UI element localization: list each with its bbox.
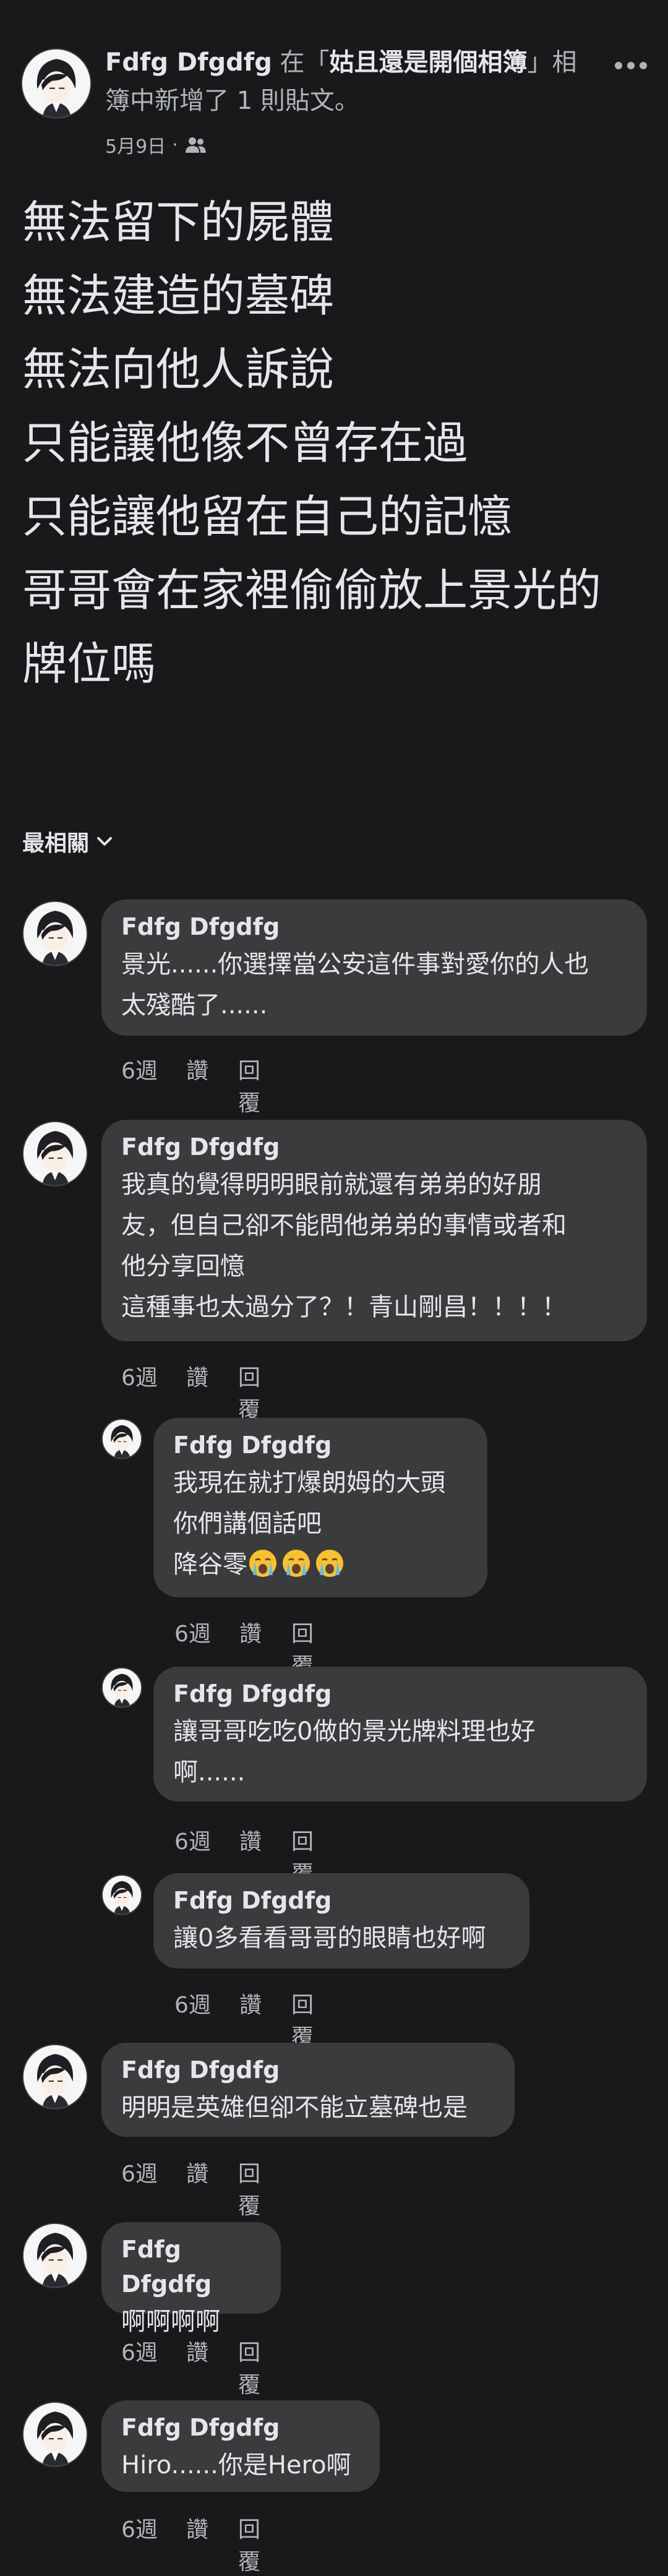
crying-face-emoji [249,1550,276,1577]
header-connector-text: 在「 [272,48,330,77]
reply-button[interactable]: 回覆 [238,1360,277,1424]
comment-text-line: 我真的覺得明明眼前就還有弟弟的好朋 [121,1170,542,1199]
post-line: 無法向他人訴說 [22,343,335,395]
avatar-image [103,1668,141,1707]
friends-icon [185,137,206,153]
avatar-image [24,2403,87,2466]
comment-bubble[interactable]: Fdfg Dfgdfg 讓哥哥吃吃0做的景光牌料理也好 啊...... [153,1667,647,1801]
reply-button[interactable]: 回覆 [291,1987,330,2051]
album-link[interactable]: 姑且還是開個相簿 [330,48,528,77]
comment-text-line: 太殘酷了...... [121,991,268,1020]
comment-bubble[interactable]: Fdfg Dfgdfg 景光......你選擇當公安這件事對愛你的人也 太殘酷了..… [101,899,647,1036]
post-meta: 5月9日 · [105,131,207,158]
commenter-avatar[interactable] [22,2223,88,2288]
like-button[interactable]: 讚 [186,2335,238,2399]
commenter-avatar[interactable] [101,1419,142,1459]
comment-actions: 6週讚回覆 [121,1360,277,1424]
comment-bubble[interactable]: Fdfg Dfgdfg 讓0多看看哥哥的眼睛也好啊 [153,1873,529,1968]
avatar-image [24,902,87,965]
avatar-image [103,1420,141,1458]
more-horizontal-icon [615,62,647,69]
comment-text-line: 讓0多看看哥哥的眼睛也好啊 [173,1924,486,1952]
comment-text-line: Hiro......你是Hero啊 [121,2451,351,2479]
post-line: 無法建造的墓碑 [22,270,335,322]
chevron-down-icon [97,837,113,846]
comment-time[interactable]: 6週 [121,2335,186,2399]
avatar-image [24,2224,87,2287]
avatar-image [24,1122,87,1185]
comment-actions: 6週讚回覆 [121,1053,277,1117]
sort-label: 最相關 [22,831,90,856]
like-button[interactable]: 讚 [239,1987,291,2051]
commenter-name[interactable]: Fdfg Dfgdfg [121,2232,261,2301]
author-name[interactable]: Fdfg Dfgdfg [105,48,272,77]
comment-sort-dropdown[interactable]: 最相關 [22,825,113,857]
commenter-name[interactable]: Fdfg Dfgdfg [121,2410,360,2445]
comment-text-line: 明明是英雄但卻不能立墓碑也是 [121,2093,468,2122]
commenter-name[interactable]: Fdfg Dfgdfg [121,909,627,944]
comment-bubble[interactable]: Fdfg Dfgdfg 我現在就打爆朗姆的大頭 你們講個話吧降谷零 [153,1418,487,1597]
commenter-avatar[interactable] [22,1121,88,1187]
commenter-avatar[interactable] [101,1874,142,1915]
avatar-image [22,49,90,118]
like-button[interactable]: 讚 [186,2512,238,2576]
comment-time[interactable]: 6週 [121,2512,186,2576]
comment-bubble[interactable]: Fdfg Dfgdfg Hiro......你是Hero啊 [101,2400,380,2492]
post-line: 牌位嗎 [22,638,156,690]
comment-text-line: 降谷零 [173,1544,468,1585]
comment-actions: 6週讚回覆 [121,2156,277,2220]
author-avatar[interactable] [21,48,92,119]
post-line: 只能讓他留在自己的記憶 [22,491,513,543]
comment-text-line: 你們講個話吧 [173,1509,322,1538]
post-line: 只能讓他像不曾存在過 [22,417,468,469]
comment-bubble[interactable]: Fdfg Dfgdfg 明明是英雄但卻不能立墓碑也是 [101,2043,515,2137]
comment-text-line: 我現在就打爆朗姆的大頭 [173,1469,445,1497]
more-options-button[interactable] [612,43,649,80]
comment-time[interactable]: 6週 [174,1987,239,2051]
comment-time[interactable]: 6週 [121,1360,186,1424]
reply-button[interactable]: 回覆 [238,2512,277,2576]
avatar-image [103,1876,141,1914]
comment-time[interactable]: 6週 [121,2156,186,2220]
comment-bubble[interactable]: Fdfg Dfgdfg 我真的覺得明明眼前就還有弟弟的好朋 友，但自己卻不能問他弟弟… [101,1120,647,1341]
comment-text-line: 友，但自己卻不能問他弟弟的事情或者和 [121,1211,567,1240]
post-header: Fdfg Dfgdfg 在「姑且還是開個相簿」相簿中新增了 1 則貼文。 5月9… [0,0,668,186]
post-date[interactable]: 5月9日 [105,131,166,158]
comment-text-line: 景光......你選擇當公安這件事對愛你的人也 [121,950,589,979]
post-header-text: Fdfg Dfgdfg 在「姑且還是開個相簿」相簿中新增了 1 則貼文。 [105,43,594,120]
commenter-name[interactable]: Fdfg Dfgdfg [173,1883,510,1918]
post-line: 無法留下的屍體 [22,196,335,248]
comment-text-line: 這種事也太過分了？！青山剛昌！！！！ [121,1293,567,1321]
reply-button[interactable]: 回覆 [238,2335,277,2399]
commenter-avatar[interactable] [101,1667,142,1708]
comment-bubble[interactable]: Fdfg Dfgdfg 啊啊啊啊 [101,2222,281,2336]
commenter-name[interactable]: Fdfg Dfgdfg [173,1428,468,1462]
crying-face-emoji [283,1550,310,1577]
like-button[interactable]: 讚 [186,2156,238,2220]
post-line: 哥哥會在家裡偷偷放上景光的 [22,564,602,616]
reply-button[interactable]: 回覆 [238,1053,277,1117]
commenter-avatar[interactable] [22,2402,88,2467]
commenter-name[interactable]: Fdfg Dfgdfg [121,2053,495,2087]
avatar-image [24,2045,87,2108]
meta-separator: · [172,134,178,156]
comment-text-line: 啊...... [173,1758,246,1787]
comment-actions: 6週讚回覆 [121,2512,277,2576]
post-body: 無法留下的屍體 無法建造的墓碑 無法向他人訴說 只能讓他像不曾存在過 只能讓他留… [22,186,647,701]
commenter-avatar[interactable] [22,2044,88,2110]
commenter-name[interactable]: Fdfg Dfgdfg [173,1677,627,1711]
comment-time[interactable]: 6週 [121,1053,186,1117]
like-button[interactable]: 讚 [186,1360,238,1424]
comment-text-line: 讓哥哥吃吃0做的景光牌料理也好 [173,1717,536,1746]
commenter-name[interactable]: Fdfg Dfgdfg [121,1130,627,1164]
like-button[interactable]: 讚 [186,1053,238,1117]
comment-actions: 6週讚回覆 [174,1987,330,2051]
comment-actions: 6週讚回覆 [121,2335,277,2399]
commenter-avatar[interactable] [22,901,88,966]
crying-face-emoji [316,1550,343,1577]
comment-text-line: 他分享回憶 [121,1252,245,1281]
reply-button[interactable]: 回覆 [238,2156,277,2220]
